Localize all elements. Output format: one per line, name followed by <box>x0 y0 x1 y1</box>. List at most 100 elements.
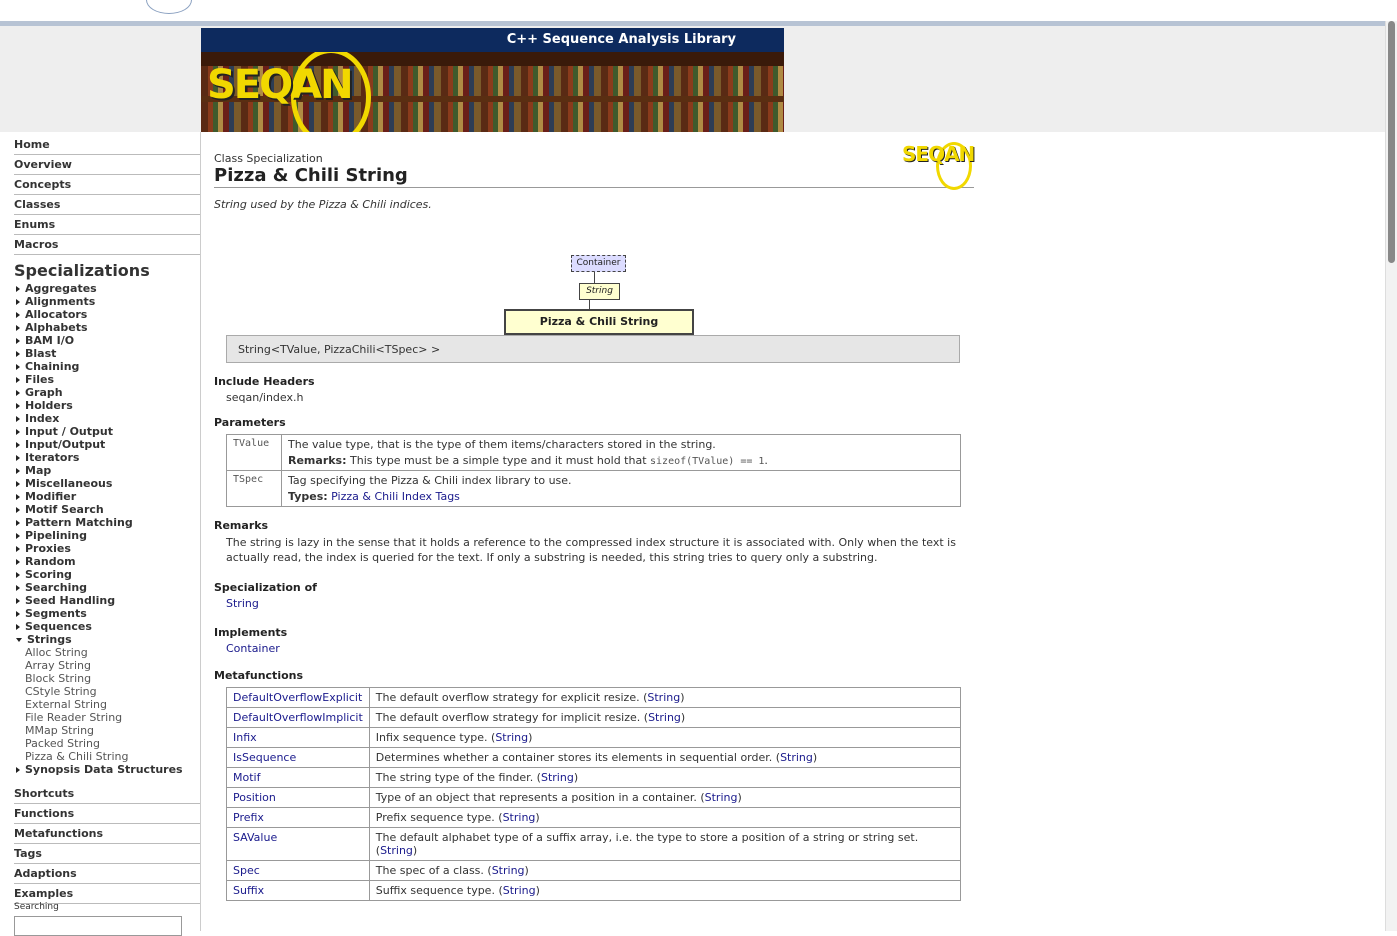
nav-category-synopsis[interactable]: Synopsis Data Structures <box>16 763 200 776</box>
metafunction-ref-link[interactable]: String <box>647 691 680 704</box>
nav-category-strings[interactable]: Strings <box>16 633 200 646</box>
collapsed-triangle-icon <box>16 611 20 617</box>
metafunction-ref-link[interactable]: String <box>541 771 574 784</box>
nav-item-tags[interactable]: Tags <box>14 844 200 864</box>
nav-category-scoring[interactable]: Scoring <box>16 568 200 581</box>
nav-string-alloc-string[interactable]: Alloc String <box>25 646 200 659</box>
diagram-string-node[interactable]: String <box>579 283 620 300</box>
include-headers-heading: Include Headers <box>214 375 315 388</box>
nav-category-sequences[interactable]: Sequences <box>16 620 200 633</box>
metafunction-link-defaultoverflowexplicit[interactable]: DefaultOverflowExplicit <box>233 691 362 704</box>
search-input[interactable] <box>14 916 182 936</box>
nav-item-enums[interactable]: Enums <box>14 215 200 235</box>
metafunction-link-spec[interactable]: Spec <box>233 864 260 877</box>
nav-category-allocators[interactable]: Allocators <box>16 308 200 321</box>
seqan-banner[interactable]: C++ Sequence Analysis Library SEQAN <box>201 28 784 132</box>
nav-category-holders[interactable]: Holders <box>16 399 200 412</box>
nav-category-searching[interactable]: Searching <box>16 581 200 594</box>
nav-item-examples[interactable]: Examples <box>14 884 200 904</box>
nav-string-array-string[interactable]: Array String <box>25 659 200 672</box>
specialization-of-link[interactable]: String <box>226 597 259 610</box>
diagram-container-node[interactable]: Container <box>571 255 626 272</box>
nav-category-blast[interactable]: Blast <box>16 347 200 360</box>
metafunction-link-prefix[interactable]: Prefix <box>233 811 264 824</box>
nav-category-bam-i-o[interactable]: BAM I/O <box>16 334 200 347</box>
collapsed-triangle-icon <box>16 624 20 630</box>
nav-category-map[interactable]: Map <box>16 464 200 477</box>
nav-category-alignments[interactable]: Alignments <box>16 295 200 308</box>
metafunction-ref-link[interactable]: String <box>492 864 525 877</box>
implements-link[interactable]: Container <box>226 642 280 655</box>
nav-category-files[interactable]: Files <box>16 373 200 386</box>
nav-item-classes[interactable]: Classes <box>14 195 200 215</box>
nav-item-shortcuts[interactable]: Shortcuts <box>14 784 200 804</box>
nav-top-list: Home Overview Concepts Classes Enums Macros <box>0 135 200 255</box>
nav-category-pattern-matching[interactable]: Pattern Matching <box>16 516 200 529</box>
collapsed-triangle-icon <box>16 364 20 370</box>
nav-category-label: Input / Output <box>25 425 113 438</box>
nav-item-adaptions[interactable]: Adaptions <box>14 864 200 884</box>
metafunction-link-defaultoverflowimplicit[interactable]: DefaultOverflowImplicit <box>233 711 363 724</box>
nav-item-macros[interactable]: Macros <box>14 235 200 255</box>
nav-category-label: Blast <box>25 347 57 360</box>
implements-heading: Implements <box>214 626 288 639</box>
nav-category-aggregates[interactable]: Aggregates <box>16 282 200 295</box>
nav-category-input-output[interactable]: Input/Output <box>16 438 200 451</box>
page-kind: Class Specialization <box>214 152 323 165</box>
nav-category-pipelining[interactable]: Pipelining <box>16 529 200 542</box>
metafunction-link-motif[interactable]: Motif <box>233 771 260 784</box>
metafunction-desc: The default overflow strategy for explic… <box>375 691 640 704</box>
metafunction-ref-link[interactable]: String <box>503 884 536 897</box>
nav-category-seed-handling[interactable]: Seed Handling <box>16 594 200 607</box>
metafunction-ref-link[interactable]: String <box>705 791 738 804</box>
nav-category-graph[interactable]: Graph <box>16 386 200 399</box>
metafunction-ref-link[interactable]: String <box>780 751 813 764</box>
nav-category-modifier[interactable]: Modifier <box>16 490 200 503</box>
page-title: Pizza & Chili String <box>214 165 974 188</box>
nav-category-chaining[interactable]: Chaining <box>16 360 200 373</box>
nav-item-home[interactable]: Home <box>14 135 200 155</box>
nav-category-random[interactable]: Random <box>16 555 200 568</box>
nav-string-cstyle-string[interactable]: CStyle String <box>25 685 200 698</box>
nav-string-packed-string[interactable]: Packed String <box>25 737 200 750</box>
nav-string-mmap-string[interactable]: MMap String <box>25 724 200 737</box>
nav-item-functions[interactable]: Functions <box>14 804 200 824</box>
metafunction-desc-cell: The default alphabet type of a suffix ar… <box>368 827 962 861</box>
metafunction-desc-cell: The default overflow strategy for implic… <box>368 707 962 728</box>
inheritance-diagram: Container String Pizza & Chili String <box>214 211 974 335</box>
nav-category-segments[interactable]: Segments <box>16 607 200 620</box>
nav-category-iterators[interactable]: Iterators <box>16 451 200 464</box>
scrollbar-thumb[interactable] <box>1388 21 1395 263</box>
nav-string-file-reader-string[interactable]: File Reader String <box>25 711 200 724</box>
metafunction-link-suffix[interactable]: Suffix <box>233 884 264 897</box>
nav-category-input-output[interactable]: Input / Output <box>16 425 200 438</box>
nav-category-alphabets[interactable]: Alphabets <box>16 321 200 334</box>
nav-category-proxies[interactable]: Proxies <box>16 542 200 555</box>
metafunction-link-issequence[interactable]: IsSequence <box>233 751 296 764</box>
nav-category-index[interactable]: Index <box>16 412 200 425</box>
metafunction-ref-link[interactable]: String <box>495 731 528 744</box>
nav-item-concepts[interactable]: Concepts <box>14 175 200 195</box>
nav-category-label: Scoring <box>25 568 72 581</box>
nav-string-block-string[interactable]: Block String <box>25 672 200 685</box>
nav-item-metafunctions[interactable]: Metafunctions <box>14 824 200 844</box>
metafunction-link-infix[interactable]: Infix <box>233 731 257 744</box>
table-row: SAValue The default alphabet type of a su… <box>226 827 962 861</box>
collapsed-triangle-icon <box>16 429 20 435</box>
metafunction-link-savalue[interactable]: SAValue <box>233 831 277 844</box>
nav-category-label: Miscellaneous <box>25 477 113 490</box>
nav-category-motif-search[interactable]: Motif Search <box>16 503 200 516</box>
vertical-scrollbar[interactable] <box>1385 21 1397 931</box>
collapsed-triangle-icon <box>16 546 20 552</box>
collapsed-triangle-icon <box>16 585 20 591</box>
nav-category-miscellaneous[interactable]: Miscellaneous <box>16 477 200 490</box>
nav-string-external-string[interactable]: External String <box>25 698 200 711</box>
nav-string-pizza-chili-string[interactable]: Pizza & Chili String <box>25 750 200 763</box>
metafunction-link-position[interactable]: Position <box>233 791 276 804</box>
metafunction-ref-link[interactable]: String <box>380 844 413 857</box>
seqan-mini-logo[interactable]: SEQAN <box>902 142 975 166</box>
metafunction-ref-link[interactable]: String <box>503 811 536 824</box>
pizzachili-tags-link[interactable]: Pizza & Chili Index Tags <box>331 490 460 503</box>
metafunction-ref-link[interactable]: String <box>648 711 681 724</box>
nav-item-overview[interactable]: Overview <box>14 155 200 175</box>
